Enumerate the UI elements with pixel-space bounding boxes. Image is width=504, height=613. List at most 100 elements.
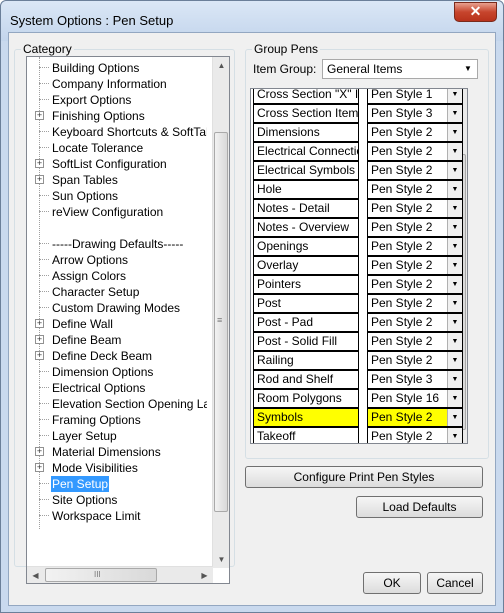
- expand-plus-icon[interactable]: +: [35, 111, 44, 120]
- expand-plus-icon[interactable]: +: [35, 159, 44, 168]
- chevron-down-icon[interactable]: ▼: [447, 162, 462, 179]
- tree-item[interactable]: Elevation Section Opening Labe: [27, 396, 207, 412]
- tree-item[interactable]: Sun Options: [27, 188, 207, 204]
- pen-style-select[interactable]: Pen Style 2 ▼: [367, 161, 463, 180]
- tree-item[interactable]: + Define Deck Beam: [27, 348, 207, 364]
- chevron-down-icon[interactable]: ▼: [447, 105, 462, 122]
- tree-item[interactable]: + Span Tables: [27, 172, 207, 188]
- ok-button[interactable]: OK: [363, 572, 421, 594]
- item-name-cell: Post - Pad: [253, 313, 359, 332]
- tree-item[interactable]: Assign Colors: [27, 268, 207, 284]
- pen-style-select[interactable]: Pen Style 2 ▼: [367, 427, 463, 443]
- tree-vertical-scrollbar[interactable]: ▲ ≡ ▼: [212, 57, 229, 568]
- pen-style-select[interactable]: Pen Style 2 ▼: [367, 218, 463, 237]
- tree-item[interactable]: Electrical Options: [27, 380, 207, 396]
- tree-item-label: SoftList Configuration: [52, 157, 167, 171]
- tree-item[interactable]: Character Setup: [27, 284, 207, 300]
- chevron-down-icon[interactable]: ▼: [447, 181, 462, 198]
- tree-item[interactable]: Arrow Options: [27, 252, 207, 268]
- cancel-button[interactable]: Cancel: [427, 572, 483, 594]
- tree-connector: [39, 515, 49, 516]
- expand-plus-icon[interactable]: +: [35, 175, 44, 184]
- pen-style-select[interactable]: Pen Style 16 ▼: [367, 389, 463, 408]
- tree-item[interactable]: [27, 220, 207, 236]
- pen-style-value: Pen Style 2: [371, 201, 433, 215]
- chevron-down-icon[interactable]: ▼: [447, 390, 462, 407]
- pen-style-select[interactable]: Pen Style 2 ▼: [367, 313, 463, 332]
- chevron-down-icon[interactable]: ▼: [447, 124, 462, 141]
- pen-style-select[interactable]: Pen Style 3 ▼: [367, 104, 463, 123]
- pen-style-select[interactable]: Pen Style 2 ▼: [367, 275, 463, 294]
- pen-style-select[interactable]: Pen Style 2 ▼: [367, 256, 463, 275]
- chevron-down-icon[interactable]: ▼: [447, 295, 462, 312]
- chevron-down-icon[interactable]: ▼: [447, 371, 462, 388]
- pen-style-select[interactable]: Pen Style 2 ▼: [367, 408, 463, 427]
- pen-style-select[interactable]: Pen Style 3 ▼: [367, 370, 463, 389]
- tree-item[interactable]: Pen Setup: [27, 476, 207, 492]
- pen-style-select[interactable]: Pen Style 2 ▼: [367, 199, 463, 218]
- pen-style-select[interactable]: Pen Style 1 ▼: [367, 89, 463, 104]
- tree-item[interactable]: Layer Setup: [27, 428, 207, 444]
- close-button[interactable]: ✕: [454, 2, 497, 22]
- tree-item[interactable]: Locate Tolerance: [27, 140, 207, 156]
- tree-item[interactable]: Company Information: [27, 76, 207, 92]
- chevron-down-icon[interactable]: ▼: [447, 89, 462, 103]
- pen-style-select[interactable]: Pen Style 2 ▼: [367, 142, 463, 161]
- expand-plus-icon[interactable]: +: [35, 351, 44, 360]
- tree-connector: [39, 387, 49, 388]
- expand-plus-icon[interactable]: +: [35, 447, 44, 456]
- tree-scroll-thumb[interactable]: ≡: [214, 132, 228, 512]
- tree-item[interactable]: Export Options: [27, 92, 207, 108]
- pen-style-select[interactable]: Pen Style 2 ▼: [367, 294, 463, 313]
- tree-item[interactable]: Building Options: [27, 60, 207, 76]
- pen-table-row: Notes - Detail Pen Style 2 ▼: [253, 199, 463, 218]
- tree-item[interactable]: + SoftList Configuration: [27, 156, 207, 172]
- tree-item[interactable]: -----Drawing Defaults-----: [27, 236, 207, 252]
- tree-item[interactable]: Custom Drawing Modes: [27, 300, 207, 316]
- chevron-down-icon[interactable]: ▼: [447, 200, 462, 217]
- chevron-down-icon[interactable]: ▼: [447, 238, 462, 255]
- item-name-cell: Electrical Connection: [253, 142, 359, 161]
- expand-plus-icon[interactable]: +: [35, 463, 44, 472]
- tree-item[interactable]: Framing Options: [27, 412, 207, 428]
- pen-style-select[interactable]: Pen Style 2 ▼: [367, 123, 463, 142]
- load-defaults-button[interactable]: Load Defaults: [356, 496, 483, 518]
- tree-item[interactable]: Site Options: [27, 492, 207, 508]
- chevron-down-icon[interactable]: ▼: [447, 333, 462, 350]
- chevron-down-icon[interactable]: ▼: [447, 219, 462, 236]
- tree-item[interactable]: + Finishing Options: [27, 108, 207, 124]
- tree-item[interactable]: reView Configuration: [27, 204, 207, 220]
- pen-style-select[interactable]: Pen Style 2 ▼: [367, 180, 463, 199]
- tree-hscroll-thumb[interactable]: III: [45, 568, 157, 582]
- expand-plus-icon[interactable]: +: [35, 319, 44, 328]
- tree-item[interactable]: + Define Beam: [27, 332, 207, 348]
- scroll-left-arrow-icon[interactable]: ◀: [27, 567, 44, 583]
- category-tree[interactable]: ▲ ≡ ▼ ◀ III ▶ Building Options Company In…: [26, 56, 230, 584]
- item-name-cell: Hole: [253, 180, 359, 199]
- scroll-up-arrow-icon[interactable]: ▲: [213, 57, 229, 74]
- scroll-right-arrow-icon[interactable]: ▶: [196, 567, 213, 583]
- chevron-down-icon[interactable]: ▼: [447, 428, 462, 443]
- tree-item[interactable]: Dimension Options: [27, 364, 207, 380]
- pen-style-value: Pen Style 2: [371, 334, 433, 348]
- chevron-down-icon[interactable]: ▼: [447, 276, 462, 293]
- chevron-down-icon[interactable]: ▼: [447, 314, 462, 331]
- tree-item[interactable]: + Define Wall: [27, 316, 207, 332]
- chevron-down-icon[interactable]: ▼: [447, 409, 462, 426]
- item-group-select[interactable]: General Items ▼: [322, 59, 478, 79]
- chevron-down-icon[interactable]: ▼: [447, 143, 462, 160]
- expand-plus-icon[interactable]: +: [35, 335, 44, 344]
- pen-style-select[interactable]: Pen Style 2 ▼: [367, 351, 463, 370]
- tree-item[interactable]: + Mode Visibilities: [27, 460, 207, 476]
- tree-horizontal-scrollbar[interactable]: ◀ III ▶: [27, 566, 213, 583]
- configure-print-pen-styles-button[interactable]: Configure Print Pen Styles: [245, 466, 483, 488]
- scroll-down-arrow-icon[interactable]: ▼: [213, 551, 229, 568]
- tree-item-label: Character Setup: [52, 285, 140, 299]
- pen-style-select[interactable]: Pen Style 2 ▼: [367, 332, 463, 351]
- tree-item[interactable]: Workspace Limit: [27, 508, 207, 524]
- chevron-down-icon[interactable]: ▼: [447, 352, 462, 369]
- pen-style-select[interactable]: Pen Style 2 ▼: [367, 237, 463, 256]
- tree-item[interactable]: + Material Dimensions: [27, 444, 207, 460]
- chevron-down-icon[interactable]: ▼: [447, 257, 462, 274]
- tree-item[interactable]: Keyboard Shortcuts & SoftTalk C: [27, 124, 207, 140]
